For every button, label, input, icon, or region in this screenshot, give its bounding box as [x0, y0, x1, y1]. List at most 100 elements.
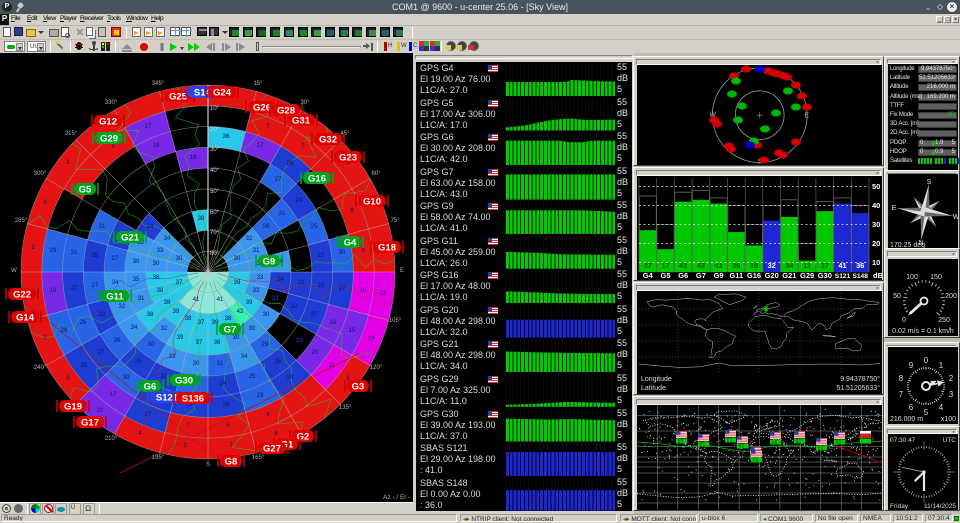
svg-text:38: 38: [157, 288, 164, 294]
svg-text:G9: G9: [714, 271, 724, 280]
svg-text:26: 26: [114, 338, 121, 344]
svg-text:15°: 15°: [253, 81, 263, 87]
svg-text:51.51205633°: 51.51205633°: [836, 384, 880, 392]
svg-text:33: 33: [169, 354, 176, 360]
svg-text:27: 27: [145, 412, 152, 418]
svg-text:38: 38: [147, 312, 154, 318]
svg-text:S121: S121: [835, 273, 851, 280]
svg-text:G29: G29: [800, 271, 814, 280]
svg-text:12: 12: [380, 291, 387, 297]
svg-text:38: 38: [153, 275, 160, 281]
svg-text:39: 39: [177, 335, 184, 341]
svg-text:15: 15: [349, 328, 356, 334]
svg-text:G14: G14: [16, 313, 35, 324]
svg-text:285°: 285°: [15, 218, 28, 224]
svg-text:G17: G17: [81, 418, 99, 429]
svg-text:0: 0: [902, 317, 906, 324]
svg-text:100: 100: [906, 274, 918, 281]
svg-text:150: 150: [930, 274, 942, 281]
svg-text:W: W: [11, 268, 17, 274]
svg-text:G8: G8: [225, 457, 238, 468]
svg-text:32: 32: [119, 304, 126, 310]
svg-text:37: 37: [176, 280, 183, 286]
svg-text:41: 41: [193, 297, 200, 303]
svg-text:31: 31: [253, 248, 260, 254]
svg-text:30: 30: [872, 220, 880, 229]
svg-text:G20: G20: [765, 271, 779, 280]
svg-text:50°: 50°: [210, 189, 220, 195]
svg-text:33: 33: [157, 248, 164, 254]
svg-text:27: 27: [339, 286, 346, 292]
svg-text:42: 42: [237, 309, 244, 315]
svg-text:30: 30: [249, 326, 256, 332]
svg-text:24: 24: [147, 224, 154, 230]
svg-text:G5: G5: [79, 185, 92, 196]
svg-text:22: 22: [291, 304, 298, 310]
svg-text:38: 38: [198, 216, 205, 222]
svg-text:315°: 315°: [65, 131, 78, 137]
svg-text:E: E: [804, 113, 809, 120]
svg-text:50: 50: [893, 293, 901, 300]
svg-text:S: S: [206, 462, 210, 468]
svg-text:29: 29: [50, 248, 57, 254]
svg-text:30: 30: [153, 261, 160, 267]
svg-text:10°: 10°: [210, 106, 220, 112]
svg-text:165°: 165°: [252, 455, 265, 461]
svg-text:30: 30: [193, 361, 200, 367]
svg-text:19: 19: [153, 143, 160, 149]
svg-text:26: 26: [263, 224, 270, 230]
svg-text:24: 24: [277, 277, 284, 283]
svg-text:G24: G24: [213, 88, 232, 99]
svg-text:75°: 75°: [390, 218, 400, 224]
svg-text:17: 17: [110, 392, 117, 398]
svg-text:G11: G11: [106, 292, 124, 303]
svg-text:32: 32: [161, 326, 168, 332]
svg-text:G21: G21: [121, 233, 140, 244]
svg-text:S148: S148: [852, 273, 868, 280]
svg-text:30: 30: [123, 375, 130, 381]
svg-text:07:30:47: 07:30:47: [890, 437, 916, 444]
svg-text:Latitude: Latitude: [641, 385, 666, 392]
svg-text:24: 24: [220, 381, 227, 387]
svg-text:60°: 60°: [210, 210, 220, 216]
svg-text:G21: G21: [782, 271, 796, 280]
svg-text:8: 8: [899, 374, 904, 383]
svg-text:G32: G32: [319, 135, 337, 146]
svg-text:11: 11: [329, 363, 336, 369]
svg-text:G22: G22: [13, 290, 31, 301]
svg-text:33: 33: [257, 275, 264, 281]
svg-text:31: 31: [71, 250, 78, 256]
svg-text:27: 27: [98, 350, 105, 356]
svg-text:27: 27: [92, 283, 99, 289]
svg-text:G26: G26: [253, 103, 271, 114]
svg-text:G11: G11: [729, 271, 743, 280]
svg-text:20: 20: [312, 350, 319, 356]
svg-text:18: 18: [190, 155, 197, 161]
svg-text:22: 22: [161, 374, 168, 380]
svg-text:25: 25: [311, 224, 318, 230]
svg-text:W: W: [953, 214, 958, 221]
svg-text:G4: G4: [344, 238, 357, 249]
svg-text:5: 5: [924, 408, 929, 417]
svg-text:G3: G3: [352, 382, 365, 393]
svg-text:31: 31: [138, 296, 145, 302]
svg-text:Longitude: Longitude: [641, 376, 672, 383]
svg-text:27: 27: [112, 256, 119, 262]
svg-text:25: 25: [318, 283, 325, 289]
svg-text:G16: G16: [747, 271, 761, 280]
svg-text:16: 16: [330, 320, 337, 326]
svg-text:24: 24: [287, 375, 294, 381]
svg-text:x100: x100: [941, 416, 956, 423]
svg-text:G27: G27: [263, 444, 281, 455]
svg-text:39: 39: [173, 309, 180, 315]
svg-text:25: 25: [275, 359, 282, 365]
svg-text:9: 9: [909, 361, 914, 370]
svg-text:G16: G16: [308, 174, 326, 185]
svg-text:18: 18: [50, 288, 57, 294]
svg-text:G7: G7: [696, 271, 706, 280]
svg-text:34: 34: [112, 280, 119, 286]
svg-text:S: S: [927, 179, 932, 186]
svg-text:17: 17: [257, 143, 264, 149]
svg-text:E: E: [892, 205, 897, 212]
svg-text:30: 30: [233, 335, 240, 341]
